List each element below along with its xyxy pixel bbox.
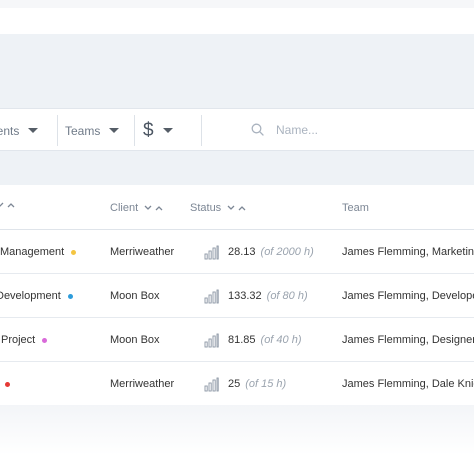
table-header: Client Status Team <box>0 185 474 230</box>
top-shadow <box>0 0 474 8</box>
column-header-label: Client <box>110 202 139 214</box>
status-cell: 133.32 (of 80 h) <box>204 274 308 318</box>
project-cell: Management <box>0 230 77 274</box>
column-header-project[interactable] <box>0 202 15 208</box>
hours-value: 81.85 <box>228 334 256 346</box>
table-row[interactable]: Project Moon Box 81.85 (of 40 h) James F… <box>0 318 474 362</box>
chevron-down-icon <box>28 128 39 133</box>
column-header-client[interactable]: Client <box>110 202 163 214</box>
currency-filter-label: $ <box>143 119 154 141</box>
hours-budget: (of 2000 h) <box>260 246 314 258</box>
project-color-dot <box>71 249 77 255</box>
bar-chart-icon <box>204 289 219 303</box>
column-header-label: Status <box>190 202 222 214</box>
spacer-band <box>0 151 474 185</box>
column-header-status[interactable]: Status <box>190 202 246 214</box>
header-band <box>0 34 474 108</box>
bar-chart-icon <box>204 245 219 259</box>
chevron-down-icon <box>109 128 120 133</box>
projects-table: Client Status Team Management Merriweath… <box>0 185 474 407</box>
sort-icon[interactable] <box>0 202 15 208</box>
team-cell: James Flemming, Dale Knight <box>342 378 474 390</box>
bar-chart-icon <box>204 377 219 391</box>
chevron-down-icon <box>162 128 173 133</box>
sort-icon[interactable] <box>227 205 246 211</box>
project-color-dot <box>5 381 10 387</box>
table-row[interactable]: Development Moon Box 133.32 (of 80 h) Ja… <box>0 274 474 318</box>
hours-budget: (of 80 h) <box>266 290 308 302</box>
project-cell: Project <box>1 318 48 362</box>
project-cell: Development <box>0 274 73 318</box>
client-cell: Merriweather <box>110 378 175 390</box>
team-cell: James Flemming, Developer <box>342 290 474 302</box>
team-cell: James Flemming, Designers <box>342 334 474 346</box>
divider <box>134 115 135 146</box>
project-name: Management <box>0 246 65 258</box>
teams-filter[interactable]: Teams <box>65 109 120 152</box>
hours-budget: (of 40 h) <box>260 334 302 346</box>
sort-icon[interactable] <box>144 205 163 211</box>
teams-filter-label: Teams <box>65 123 101 138</box>
column-header-label: Team <box>342 202 369 214</box>
hours-value: 28.13 <box>228 246 256 258</box>
search-input[interactable] <box>276 119 466 141</box>
bar-chart-icon <box>204 333 219 347</box>
status-cell: 28.13 (of 2000 h) <box>204 230 314 274</box>
hours-budget: (of 15 h) <box>245 378 287 390</box>
hours-value: 133.32 <box>228 290 262 302</box>
client-cell: Moon Box <box>110 290 160 302</box>
currency-filter[interactable]: $ <box>143 109 173 152</box>
client-cell: Merriweather <box>110 246 175 258</box>
divider <box>57 115 58 146</box>
team-cell: James Flemming, Marketing <box>342 246 474 258</box>
clients-filter-label: ients <box>0 123 20 138</box>
project-cell <box>0 362 10 406</box>
table-row[interactable]: Management Merriweather 28.13 (of 2000 h… <box>0 230 474 274</box>
project-color-dot <box>42 337 48 343</box>
project-name: Project <box>1 334 36 346</box>
divider <box>201 115 202 146</box>
column-header-team: Team <box>342 202 369 214</box>
status-cell: 81.85 (of 40 h) <box>204 318 302 362</box>
table-row[interactable]: Merriweather 25 (of 15 h) James Flemming… <box>0 362 474 406</box>
hours-value: 25 <box>228 378 241 390</box>
status-cell: 25 (of 15 h) <box>204 362 286 406</box>
project-name: Development <box>0 290 61 302</box>
bottom-shadow <box>0 405 474 455</box>
search-icon <box>251 123 264 136</box>
project-color-dot <box>67 293 73 299</box>
clients-filter[interactable]: ients <box>0 109 39 152</box>
client-cell: Moon Box <box>110 334 160 346</box>
